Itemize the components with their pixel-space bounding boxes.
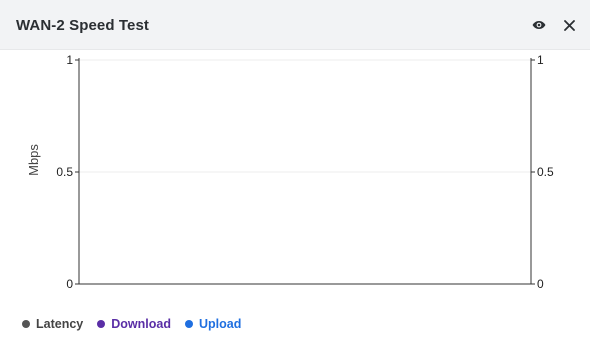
eye-icon[interactable] — [528, 14, 550, 36]
legend-label: Download — [111, 317, 171, 331]
legend-dot — [97, 320, 106, 328]
y-tick-label-right: 0 — [537, 277, 544, 291]
close-icon[interactable] — [558, 14, 580, 36]
speed-test-widget: WAN-2 Speed Test 1 1 0.5 0.5 0 0 Mbps Latency D… — [0, 0, 590, 347]
legend-item-upload[interactable]: Upload — [184, 317, 242, 331]
y-axis-label: Mbps — [26, 144, 41, 176]
y-tick-label-right: 1 — [537, 53, 544, 67]
y-tick-label-right: 0.5 — [537, 165, 554, 179]
y-tick-label-left: 0 — [66, 277, 73, 291]
legend-dot — [184, 320, 193, 328]
widget-title: WAN-2 Speed Test — [16, 17, 150, 34]
legend-dot — [22, 320, 30, 328]
y-tick-label-left: 0.5 — [56, 165, 73, 179]
legend-item-download[interactable]: Download — [97, 317, 171, 331]
legend-label: Upload — [198, 317, 242, 331]
widget-header: WAN-2 Speed Test — [0, 0, 590, 50]
y-tick-label-left: 1 — [66, 53, 73, 67]
legend-label: Latency — [36, 317, 84, 331]
chart-svg: 1 1 0.5 0.5 0 0 Mbps — [26, 53, 554, 291]
chart-legend: Latency Download Upload — [22, 316, 241, 332]
speed-chart: 1 1 0.5 0.5 0 0 Mbps — [0, 50, 590, 300]
legend-item-latency[interactable]: Latency — [22, 317, 83, 331]
